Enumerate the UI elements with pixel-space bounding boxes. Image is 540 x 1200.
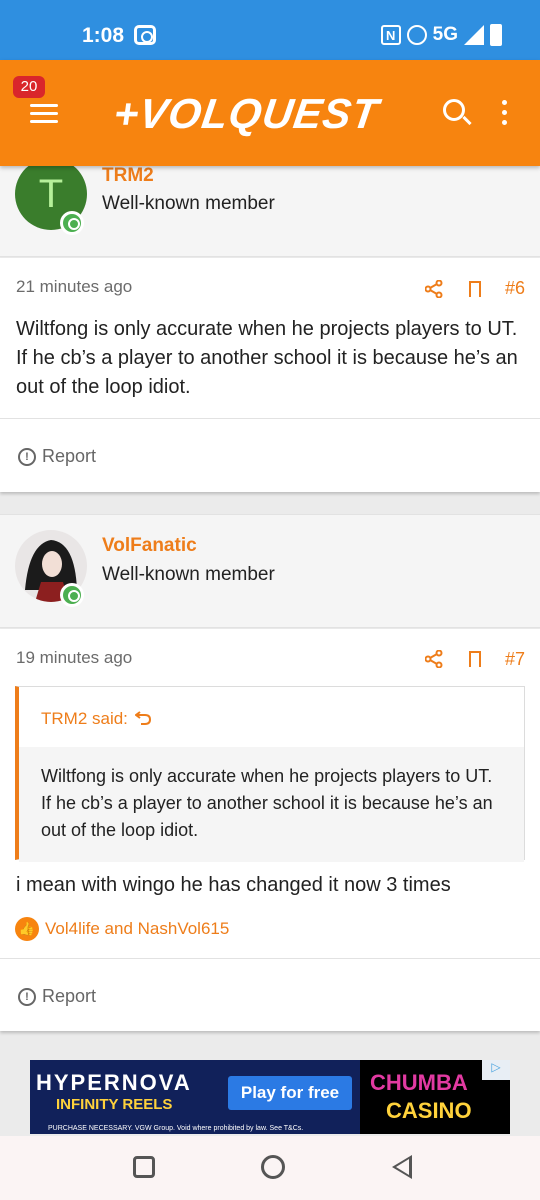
divider [0, 418, 540, 419]
ad-cta-button[interactable]: Play for free [228, 1076, 352, 1110]
screen-record-icon [134, 25, 156, 45]
post-body: i mean with wingo he has changed it now … [16, 874, 451, 896]
more-options-icon[interactable] [502, 100, 508, 128]
home-icon[interactable] [261, 1155, 285, 1179]
post-time[interactable]: 19 minutes ago [16, 648, 132, 668]
ad-casino-line1: CHUMBA [370, 1070, 468, 1095]
adchoices-icon[interactable]: ▷ [482, 1060, 510, 1080]
back-icon[interactable] [392, 1155, 412, 1179]
menu-icon[interactable] [30, 104, 58, 124]
status-time: 1:08 [82, 24, 125, 47]
reactions-summary[interactable]: 👍 Vol4life and NashVol615 [15, 917, 229, 941]
user-title: Well-known member [102, 564, 275, 585]
signal-icon [464, 25, 484, 45]
report-icon: ! [18, 447, 36, 466]
report-label: Report [42, 446, 97, 466]
jump-to-quote-icon[interactable] [135, 711, 151, 725]
quote-header[interactable]: TRM2 said: [19, 687, 524, 747]
report-label: Report [42, 986, 97, 1006]
divider [0, 958, 540, 959]
like-icon: 👍 [15, 917, 39, 941]
nfc-icon: N [380, 25, 401, 45]
status-bar: 1:08 N 5G [0, 0, 540, 60]
ad-banner[interactable]: HYPERNOVA INFINITY REELS Play for free C… [30, 1060, 510, 1134]
quote-block: TRM2 said: Wiltfong is only accurate whe… [15, 686, 525, 862]
reactions-label[interactable]: Vol4life and NashVol615 [45, 919, 229, 939]
report-icon: ! [18, 987, 36, 1006]
bookmark-icon[interactable] [469, 651, 481, 667]
ad-fine-print: PURCHASE NECESSARY. VGW Group. Void wher… [48, 1125, 304, 1132]
battery-icon [490, 24, 502, 46]
site-logo[interactable]: +VOLQUEST [111, 90, 382, 138]
post-number[interactable]: #7 [505, 649, 525, 670]
report-button[interactable]: ! Report [18, 446, 96, 467]
recent-apps-icon[interactable] [133, 1156, 155, 1178]
ad-brand: HYPERNOVA [36, 1070, 192, 1095]
quote-author[interactable]: TRM2 said: [41, 709, 128, 729]
online-status-icon [60, 583, 84, 607]
system-nav-bar [0, 1136, 540, 1200]
search-icon[interactable] [443, 99, 465, 121]
share-icon[interactable] [425, 280, 443, 298]
post-author-name[interactable]: VolFanatic [102, 535, 197, 557]
report-button[interactable]: ! Report [18, 986, 96, 1007]
ad-brand-sub: INFINITY REELS [56, 1096, 173, 1113]
user-title: Well-known member [102, 193, 275, 214]
post-author-name[interactable]: TRM2 [102, 165, 154, 187]
post-body: Wiltfong is only accurate when he projec… [16, 318, 518, 398]
alarm-icon [406, 25, 427, 45]
share-icon[interactable] [425, 650, 443, 668]
bookmark-icon[interactable] [469, 281, 481, 297]
quote-body: Wiltfong is only accurate when he projec… [19, 747, 524, 862]
post-number[interactable]: #6 [505, 278, 525, 299]
network-label: 5G [432, 24, 458, 45]
ad-casino-line2: CASINO [386, 1098, 472, 1123]
status-icons: N 5G [380, 24, 502, 46]
notification-badge[interactable]: 20 [13, 76, 45, 98]
online-status-icon [60, 211, 84, 235]
post-time[interactable]: 21 minutes ago [16, 277, 132, 297]
